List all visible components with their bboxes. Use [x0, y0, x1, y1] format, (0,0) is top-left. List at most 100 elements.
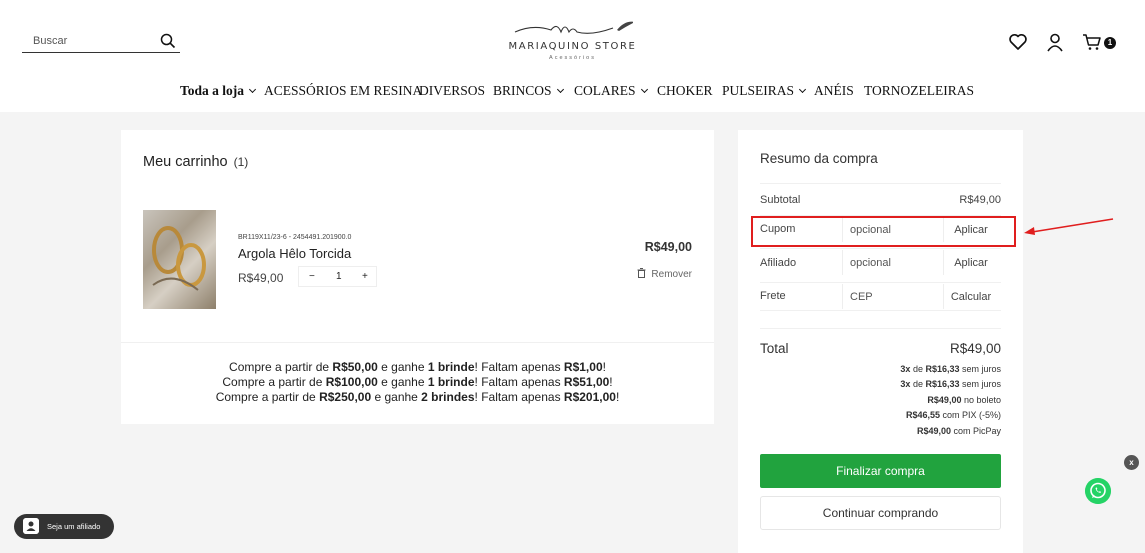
gift-threshold: R$250,00 [319, 390, 372, 405]
gift-text: Compre a partir de [215, 390, 320, 405]
affiliate-pill-button[interactable]: Seja um afiliado [14, 514, 114, 539]
divider [760, 282, 1001, 283]
total-label: Total [760, 341, 789, 356]
product-image[interactable] [143, 210, 216, 309]
nav-item-diversos[interactable]: DIVERSOS [419, 83, 485, 99]
search-bar [22, 30, 180, 53]
divider [760, 248, 1001, 249]
gift-text: ! [615, 390, 620, 405]
gift-promotions: Compre a partir de R$50,00 e ganhe 1 bri… [121, 360, 714, 406]
remove-button[interactable]: Remover [637, 267, 692, 280]
product-photo [152, 226, 206, 291]
chevron-down-icon [556, 85, 564, 94]
zip-code-input[interactable] [842, 284, 942, 309]
affiliate-icon [23, 518, 39, 534]
nav-item-toda-a-loja[interactable]: Toda a loja [180, 83, 257, 99]
gift-threshold: R$100,00 [325, 375, 378, 390]
cart-title: Meu carrinho (1) [143, 154, 248, 170]
continue-shopping-button[interactable]: Continuar comprando [760, 496, 1001, 530]
gift-remaining: R$51,00 [563, 375, 610, 390]
gift-text: ! Faltam apenas [474, 375, 564, 390]
installment-value: R$46,55 [905, 410, 940, 420]
gift-remaining: R$1,00 [563, 360, 603, 374]
store-logo[interactable]: MARIAQUINO STORE Acessórios [505, 18, 640, 66]
installment-value: R$49,00 [927, 395, 962, 405]
pix-option: R$46,55 com PIX (-5%) [906, 410, 1001, 420]
quantity-stepper: − 1 + [298, 266, 377, 287]
product-unit-price: R$49,00 [238, 271, 284, 285]
divider [121, 342, 714, 343]
decrease-quantity-button[interactable]: − [309, 271, 315, 282]
gift-text: e ganhe [377, 375, 428, 390]
user-icon[interactable] [1045, 32, 1065, 52]
chevron-down-icon [798, 85, 807, 94]
installment-text: com PIX (-5%) [939, 410, 1001, 420]
shipping-label: Frete [760, 290, 786, 302]
close-whatsapp-button[interactable]: x [1124, 455, 1139, 470]
nav-label: COLARES [574, 83, 636, 98]
nav-item-tornozeleiras[interactable]: TORNOZELEIRAS [864, 83, 974, 99]
affiliate-pill-label: Seja um afiliado [47, 522, 101, 531]
finish-purchase-button[interactable]: Finalizar compra [760, 454, 1001, 488]
search-icon[interactable] [160, 33, 176, 49]
whatsapp-icon[interactable] [1085, 478, 1111, 504]
gift-count: 2 brindes [421, 390, 475, 405]
cart-icon[interactable] [1082, 32, 1102, 52]
heart-icon[interactable] [1008, 32, 1028, 52]
affiliate-label: Afiliado [760, 257, 797, 269]
nav-item-pulseiras[interactable]: PULSEIRAS [722, 83, 807, 99]
chevron-down-icon [248, 85, 257, 94]
gift-text: e ganhe [371, 390, 422, 405]
nav-item-acessorios-resina[interactable]: ACESSÓRIOS EM RESINA [264, 83, 422, 99]
trash-icon [637, 268, 646, 278]
order-summary-panel: Resumo da compra Subtotal R$49,00 Cupom … [738, 130, 1023, 553]
installment-text: sem juros [959, 379, 1001, 389]
gift-text: Compre a partir de [229, 360, 333, 374]
installment-option: 3x de R$16,33 sem juros [900, 364, 1001, 374]
gift-text: ! Faltam apenas [474, 360, 564, 374]
calculate-shipping-button[interactable]: Calcular [943, 284, 999, 309]
cart-item-count: (1) [233, 155, 249, 169]
chevron-down-icon [640, 85, 648, 94]
cart-panel: Meu carrinho (1) BR119X11/23-6 - 2454491.… [121, 130, 714, 424]
gift-line: Compre a partir de R$100,00 e ganhe 1 br… [121, 375, 714, 390]
remove-label: Remover [651, 269, 692, 280]
affiliate-input[interactable] [842, 250, 942, 275]
divider [760, 183, 1001, 184]
gift-threshold: R$50,00 [332, 360, 378, 374]
installment-value: R$49,00 [916, 426, 951, 436]
coupon-highlight-box [751, 216, 1016, 247]
arrow-annotation [1024, 218, 1114, 235]
subtotal-label: Subtotal [760, 194, 801, 206]
installment-text: de [910, 364, 926, 374]
nav-label: TORNOZELEIRAS [864, 83, 974, 98]
gift-text: ! Faltam apenas [474, 390, 564, 405]
nav-item-choker[interactable]: CHOKER [657, 83, 713, 99]
gift-text: ! [609, 375, 613, 390]
increase-quantity-button[interactable]: + [362, 271, 368, 282]
cart-title-text: Meu carrinho [143, 154, 228, 170]
nav-item-colares[interactable]: COLARES [574, 83, 648, 99]
installment-count: 3x [900, 364, 911, 374]
nav-label: CHOKER [657, 83, 713, 98]
installment-option: 3x de R$16,33 sem juros [900, 379, 1001, 389]
nav-label: BRINCOS [493, 83, 552, 98]
nav-label: ANÉIS [814, 83, 854, 98]
product-name[interactable]: Argola Hêlo Torcida [238, 246, 351, 261]
search-input[interactable] [22, 30, 152, 52]
logo-name: MARIAQUINO STORE [508, 41, 637, 52]
gift-count: 1 brinde [427, 375, 475, 390]
installment-text: no boleto [961, 395, 1001, 405]
nav-item-brincos[interactable]: BRINCOS [493, 83, 564, 99]
total-value: R$49,00 [949, 341, 1001, 356]
line-total-price: R$49,00 [644, 240, 692, 254]
nav-label: DIVERSOS [419, 83, 486, 98]
gift-text: e ganhe [377, 360, 428, 374]
logo-subtitle: Acessórios [549, 55, 596, 61]
gift-line: Compre a partir de R$250,00 e ganhe 2 br… [121, 390, 714, 405]
nav-label: ACESSÓRIOS EM RESINA [264, 83, 423, 98]
apply-affiliate-button[interactable]: Aplicar [943, 250, 999, 275]
quantity-value[interactable]: 1 [336, 271, 342, 282]
divider [760, 310, 1001, 311]
nav-item-aneis[interactable]: ANÉIS [814, 83, 854, 99]
